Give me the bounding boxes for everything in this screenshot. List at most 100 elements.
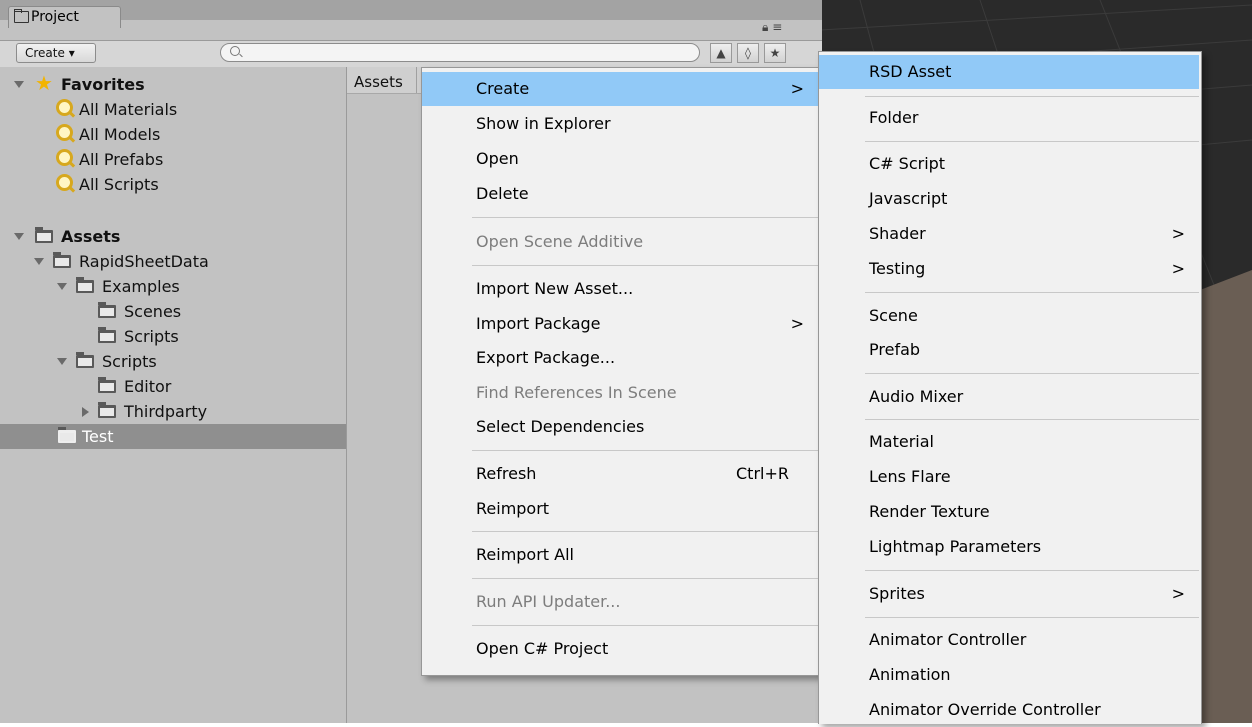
folder-label: Scripts: [102, 352, 157, 371]
menu-item-label: Run API Updater...: [476, 592, 621, 611]
tree-item-all-materials[interactable]: All Materials: [0, 97, 346, 122]
folder-label: Editor: [124, 377, 172, 396]
create-submenu: RSD Asset Folder C# Script Javascript Sh…: [818, 51, 1202, 724]
menu-item-render-texture[interactable]: Render Texture: [819, 495, 1199, 529]
tree-item-thirdparty[interactable]: Thirdparty: [0, 399, 346, 424]
menu-item-label: Folder: [869, 108, 919, 127]
tree-item-scenes[interactable]: Scenes: [0, 299, 346, 324]
submenu-arrow-icon: >: [1171, 259, 1185, 278]
folder-label: Thirdparty: [124, 402, 208, 421]
menu-separator: [472, 217, 818, 218]
menu-item-csharp-script[interactable]: C# Script: [819, 147, 1199, 181]
favorite-star-icon[interactable]: ★: [764, 43, 786, 63]
menu-item-rsd-asset[interactable]: RSD Asset: [819, 55, 1199, 89]
menu-item-export-package[interactable]: Export Package...: [422, 341, 818, 375]
context-menu: Create > Show in Explorer Open Delete Op…: [421, 67, 821, 676]
tree-item-scripts[interactable]: Scripts: [0, 349, 346, 374]
menu-item-testing[interactable]: Testing >: [819, 252, 1199, 286]
breadcrumb-divider: [416, 67, 417, 93]
menu-item-label: Export Package...: [476, 348, 616, 367]
tree-item-examples[interactable]: Examples: [0, 274, 346, 299]
menu-item-open[interactable]: Open: [422, 142, 818, 176]
menu-item-open-csharp-project[interactable]: Open C# Project: [422, 632, 818, 666]
menu-separator: [865, 570, 1199, 571]
menu-separator: [472, 625, 818, 626]
menu-item-import-new-asset[interactable]: Import New Asset...: [422, 272, 818, 306]
favorites-label: Favorites: [61, 75, 145, 94]
expand-arrow-icon[interactable]: [34, 258, 44, 265]
menu-item-label: Reimport All: [476, 545, 574, 564]
menu-item-label: Open: [476, 149, 519, 168]
favorite-label: All Models: [79, 125, 161, 144]
menu-item-label: Import Package: [476, 314, 601, 333]
menu-separator: [472, 531, 818, 532]
menu-item-refresh[interactable]: Refresh Ctrl+R: [422, 457, 818, 491]
filter-by-label-icon[interactable]: ◊: [737, 43, 759, 63]
menu-item-lightmap-parameters[interactable]: Lightmap Parameters: [819, 530, 1199, 564]
menu-item-label: Lens Flare: [869, 467, 951, 486]
menu-item-label: Lightmap Parameters: [869, 537, 1042, 556]
submenu-arrow-icon: >: [790, 79, 804, 98]
lock-menu-icon[interactable]: 🔒︎ ≡: [762, 20, 782, 35]
expand-arrow-icon[interactable]: [57, 358, 67, 365]
menu-separator: [865, 373, 1199, 374]
menu-item-lens-flare[interactable]: Lens Flare: [819, 460, 1199, 494]
breadcrumb-assets[interactable]: Assets: [354, 73, 403, 91]
menu-item-import-package[interactable]: Import Package >: [422, 307, 818, 341]
favorite-label: All Prefabs: [79, 150, 164, 169]
menu-item-label: Show in Explorer: [476, 114, 611, 133]
tree-item-all-models[interactable]: All Models: [0, 122, 346, 147]
menu-item-scene[interactable]: Scene: [819, 299, 1199, 333]
tree-item-scripts-examples[interactable]: Scripts: [0, 324, 346, 349]
menu-item-animation[interactable]: Animation: [819, 658, 1199, 692]
tree-item-editor[interactable]: Editor: [0, 374, 346, 399]
menu-item-reimport-all[interactable]: Reimport All: [422, 538, 818, 572]
tree-item-assets[interactable]: Assets: [0, 224, 346, 249]
tab-project[interactable]: Project: [8, 6, 121, 28]
menu-item-shader[interactable]: Shader >: [819, 217, 1199, 251]
menu-item-audio-mixer[interactable]: Audio Mixer: [819, 380, 1199, 414]
menu-item-label: Scene: [869, 306, 918, 325]
menu-item-label: Select Dependencies: [476, 417, 645, 436]
menu-item-animator-override-controller[interactable]: Animator Override Controller: [819, 693, 1199, 727]
saved-search-icon: [56, 149, 73, 166]
submenu-arrow-icon: >: [1171, 584, 1185, 603]
menu-item-show-in-explorer[interactable]: Show in Explorer: [422, 107, 818, 141]
folder-label: Scripts: [124, 327, 179, 346]
expand-arrow-icon[interactable]: [14, 81, 24, 88]
filter-by-type-icon[interactable]: ▲: [710, 43, 732, 63]
search-input[interactable]: [220, 43, 700, 62]
menu-item-find-references: Find References In Scene: [422, 376, 818, 410]
menu-item-prefab[interactable]: Prefab: [819, 333, 1199, 367]
menu-item-label: RSD Asset: [869, 62, 952, 81]
menu-separator: [472, 265, 818, 266]
menu-item-delete[interactable]: Delete: [422, 177, 818, 211]
menu-item-label: Refresh: [476, 464, 537, 483]
menu-item-javascript[interactable]: Javascript: [819, 182, 1199, 216]
create-dropdown-button[interactable]: Create ▾: [16, 43, 96, 63]
menu-item-animator-controller[interactable]: Animator Controller: [819, 623, 1199, 657]
tree-item-favorites[interactable]: ★ Favorites: [0, 71, 346, 97]
tree-item-all-prefabs[interactable]: All Prefabs: [0, 147, 346, 172]
tree-item-test[interactable]: Test: [0, 424, 346, 449]
menu-item-folder[interactable]: Folder: [819, 101, 1199, 135]
menu-item-label: Import New Asset...: [476, 279, 634, 298]
tab-strip: [0, 0, 822, 20]
tree-item-all-scripts[interactable]: All Scripts: [0, 172, 346, 197]
menu-item-label: Prefab: [869, 340, 921, 359]
menu-item-label: Material: [869, 432, 934, 451]
collapse-arrow-icon[interactable]: [82, 407, 89, 417]
menu-item-sprites[interactable]: Sprites >: [819, 577, 1199, 611]
assets-label: Assets: [61, 227, 121, 246]
menu-item-material[interactable]: Material: [819, 425, 1199, 459]
menu-item-create[interactable]: Create >: [422, 72, 818, 106]
menu-item-label: Animation: [869, 665, 951, 684]
tree-item-rapidsheetdata[interactable]: RapidSheetData: [0, 249, 346, 274]
menu-item-reimport[interactable]: Reimport: [422, 492, 818, 526]
expand-arrow-icon[interactable]: [57, 283, 67, 290]
menu-item-label: Sprites: [869, 584, 925, 603]
menu-item-label: Animator Override Controller: [869, 700, 1101, 719]
expand-arrow-icon[interactable]: [14, 233, 24, 240]
menu-item-select-dependencies[interactable]: Select Dependencies: [422, 410, 818, 444]
star-icon: ★: [35, 71, 53, 95]
